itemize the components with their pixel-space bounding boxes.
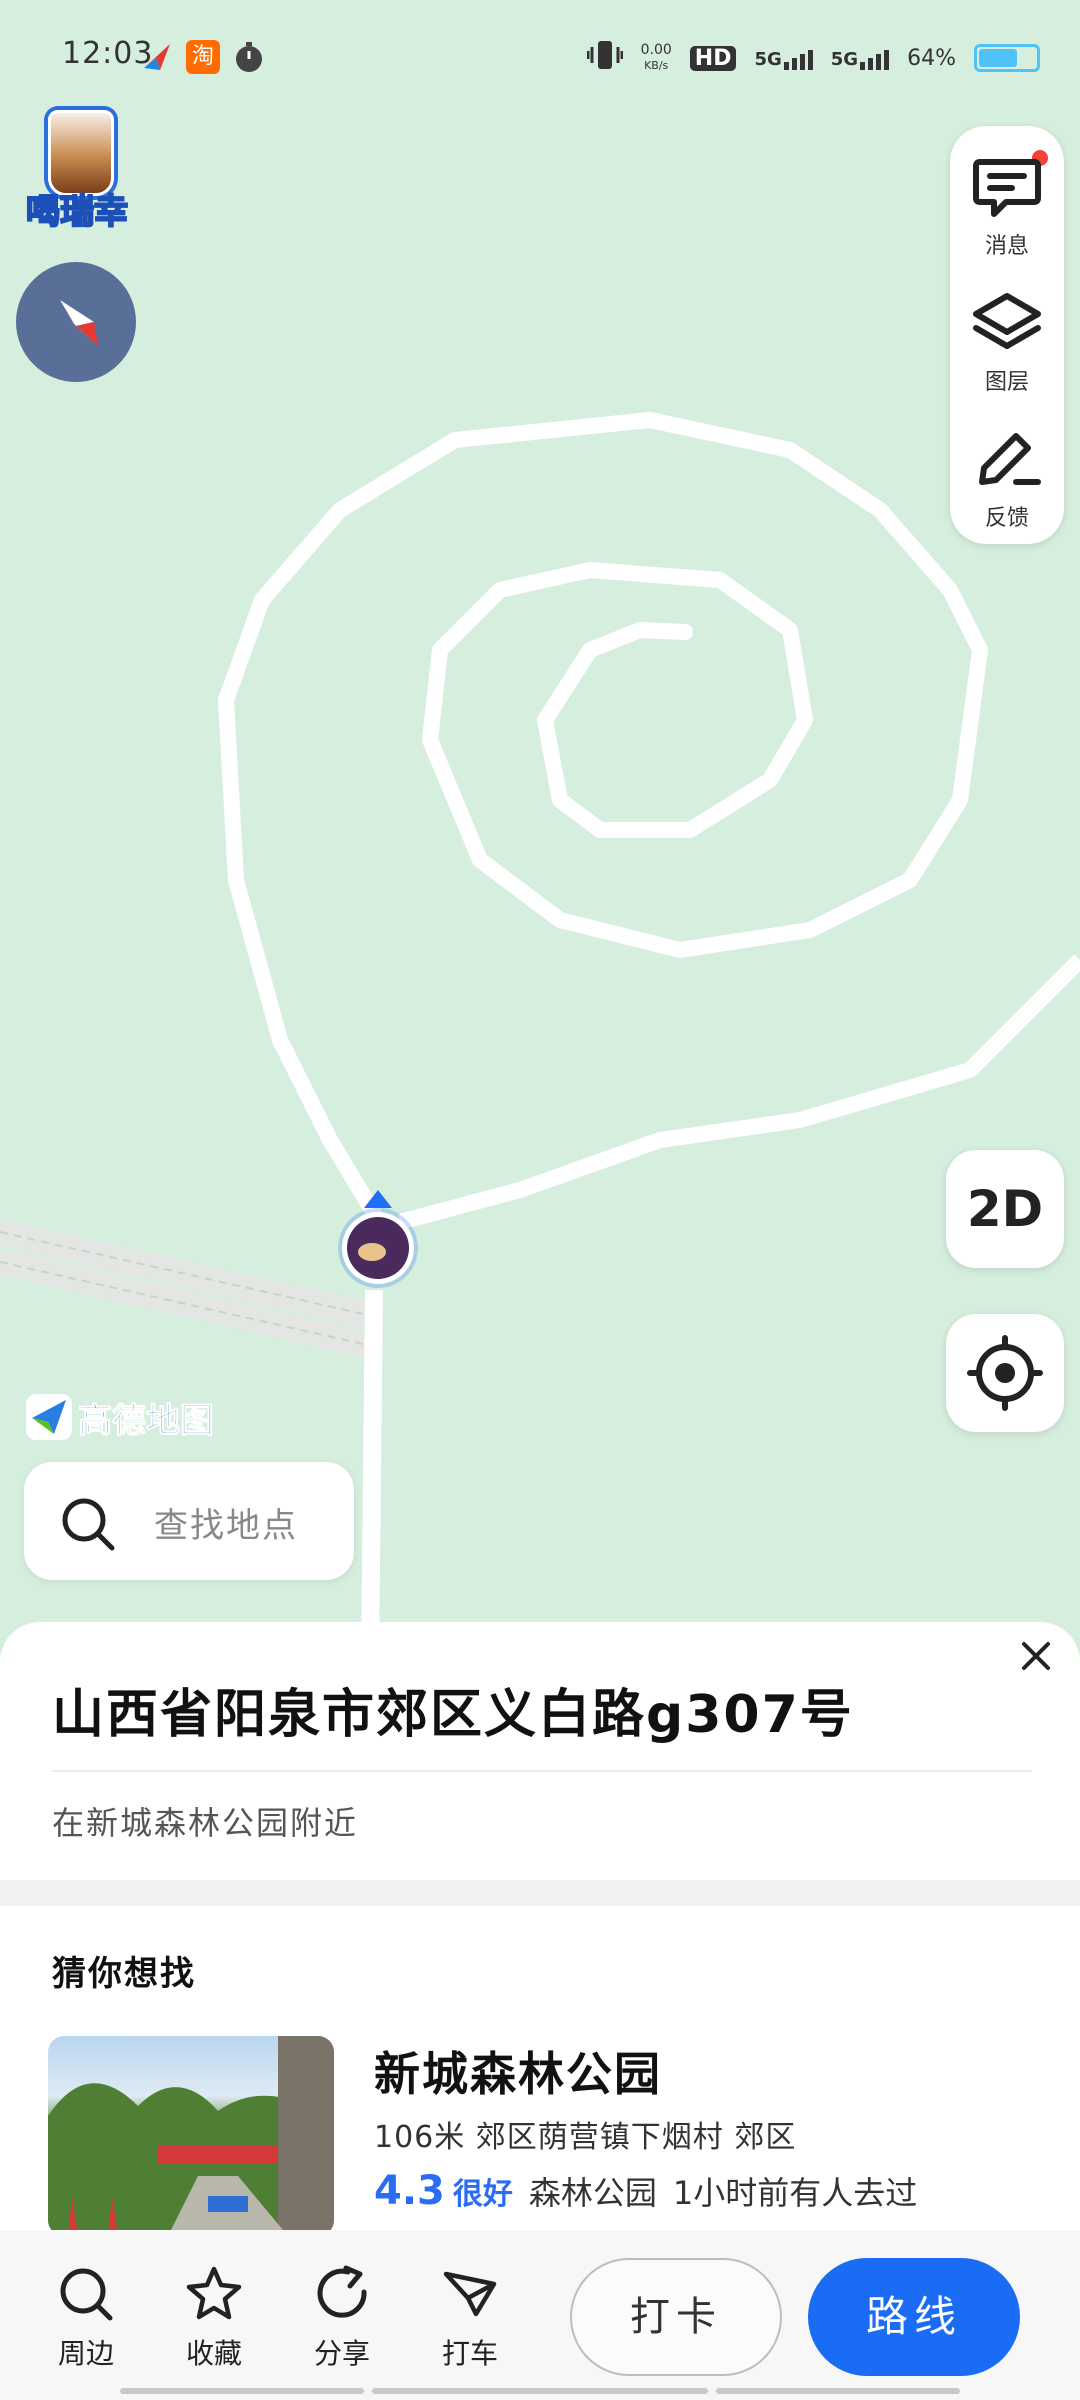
compass-app-icon — [140, 40, 174, 74]
feedback-label: 反馈 — [984, 506, 1029, 531]
signal-2-label: 5G — [830, 49, 859, 70]
favorite-button[interactable]: 收藏 — [164, 2264, 264, 2372]
pencil-icon — [979, 433, 1041, 485]
locate-icon — [967, 1335, 1043, 1411]
search-placeholder: 查找地点 — [154, 1506, 298, 1546]
amap-brand-text: 高德地图 — [78, 1400, 215, 1441]
place-address: 山西省阳泉市郊区义白路g307号 — [52, 1685, 854, 1745]
signal-1-label: 5G — [754, 49, 782, 70]
taxi-label: 打车 — [441, 2337, 498, 2370]
signal-1: 5G — [754, 46, 813, 70]
poi-detail: 106米 郊区荫营镇下烟村 郊区 — [374, 2120, 797, 2155]
compass-icon — [60, 300, 98, 346]
compass-button[interactable] — [16, 262, 136, 382]
gesture-bar[interactable] — [372, 2388, 708, 2394]
gesture-bar[interactable] — [120, 2388, 364, 2394]
poi-name[interactable]: 新城森林公园 — [374, 2038, 662, 2104]
share-icon — [317, 2265, 367, 2318]
locate-button[interactable] — [946, 1314, 1064, 1432]
battery-icon — [974, 44, 1040, 72]
close-icon — [1022, 1642, 1050, 1670]
layers-label: 图层 — [984, 370, 1029, 395]
poi-score: 4.3 — [374, 2168, 445, 2214]
battery-percent: 64% — [907, 45, 956, 71]
network-speed-unit: KB/s — [644, 59, 669, 72]
network-speed: 0.00 KB/s — [641, 42, 672, 74]
nearby-hint: 在新城森林公园附近 — [52, 1804, 359, 1842]
vibrate-icon — [586, 39, 624, 77]
messages-button[interactable]: 消息 — [950, 136, 1064, 266]
network-speed-value: 0.00 — [640, 42, 672, 58]
search-icon — [62, 1498, 115, 1551]
messages-label: 消息 — [984, 234, 1029, 259]
gesture-bar[interactable] — [716, 2388, 960, 2394]
share-label: 分享 — [313, 2337, 370, 2370]
signal-bars-icon — [860, 46, 890, 70]
amap-logo-icon — [26, 1394, 72, 1440]
search-icon — [60, 2268, 113, 2321]
favorite-label: 收藏 — [185, 2337, 242, 2370]
poi-visit-note: 1小时前有人去过 — [672, 2174, 918, 2212]
hd-badge: HD — [689, 45, 737, 71]
nearby-label: 周边 — [57, 2337, 114, 2370]
share-button[interactable]: 分享 — [292, 2264, 392, 2372]
poi-photo[interactable] — [48, 2036, 334, 2236]
star-icon — [186, 2266, 242, 2320]
view-mode-button[interactable]: 2D — [946, 1150, 1064, 1268]
layers-icon — [973, 293, 1041, 349]
status-bar: 12:03 淘 0.00 KB/s HD 5G 5G 64% — [0, 0, 1080, 120]
suggestions-title: 猜你想找 — [52, 1954, 196, 1994]
poi-score-word: 很好 — [452, 2177, 513, 2212]
checkin-button[interactable]: 打卡 — [570, 2258, 782, 2376]
promo-label: 喝瑞幸 — [25, 191, 129, 233]
feedback-button[interactable]: 反馈 — [950, 408, 1064, 538]
timer-icon — [232, 40, 266, 74]
taxi-icon — [443, 2271, 497, 2317]
divider — [52, 1770, 1032, 1772]
layers-button[interactable]: 图层 — [950, 272, 1064, 402]
nearby-button[interactable]: 周边 — [36, 2264, 136, 2372]
search-box[interactable]: 查找地点 — [24, 1462, 354, 1580]
poi-rating-row: 4.3 很好 森林公园 1小时前有人去过 — [374, 2168, 917, 2214]
close-sheet-button[interactable] — [1018, 1638, 1054, 1674]
luckin-promo-button[interactable]: 喝瑞幸 — [18, 110, 136, 233]
user-location-marker[interactable] — [336, 1190, 420, 1290]
signal-bars-icon — [783, 46, 813, 70]
message-icon — [973, 159, 1041, 217]
section-gap — [0, 1880, 1080, 1906]
poi-category: 森林公园 — [528, 2174, 657, 2212]
amap-logo: 高德地图 — [26, 1392, 215, 1442]
taxi-button[interactable]: 打车 — [420, 2264, 520, 2372]
route-button[interactable]: 路线 — [808, 2258, 1020, 2376]
signal-2: 5G — [830, 46, 890, 70]
taobao-app-icon: 淘 — [186, 40, 220, 74]
map-tools-panel: 消息 图层 反馈 — [950, 126, 1064, 544]
